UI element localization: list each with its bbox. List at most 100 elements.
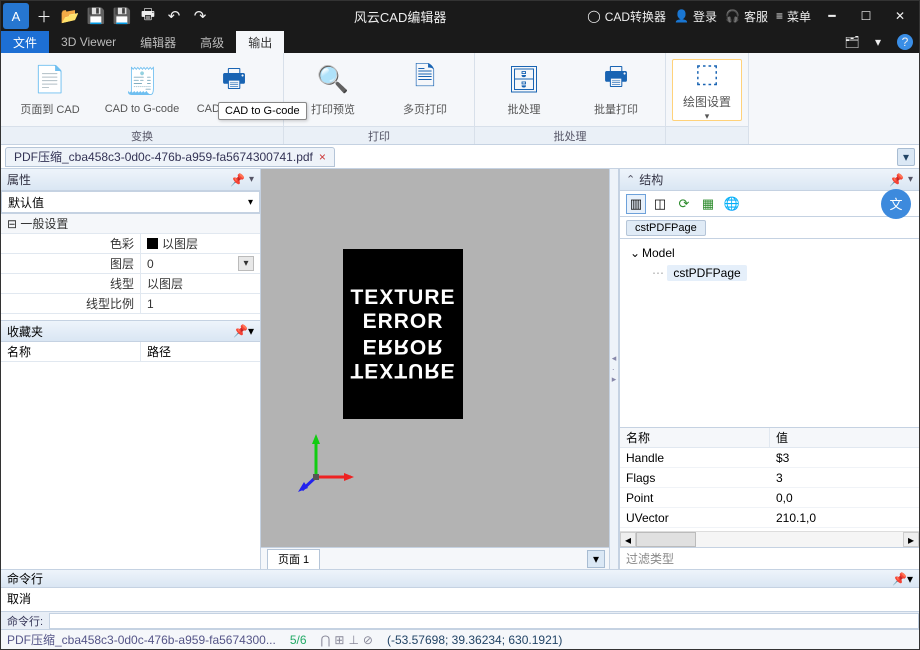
page-tab[interactable]: 页面 1 bbox=[267, 549, 320, 569]
chevron-down-icon[interactable]: ▾ bbox=[249, 174, 254, 185]
tab-editor[interactable]: 编辑器 bbox=[128, 31, 188, 53]
cad-to-gcode-button[interactable]: 🧾 CAD to G-code bbox=[99, 59, 185, 121]
close-button[interactable]: ✕ bbox=[887, 3, 913, 29]
service-link[interactable]: 🎧客服 bbox=[725, 8, 768, 25]
help-icon[interactable]: ? bbox=[897, 34, 913, 50]
draw-settings-button[interactable]: ⬚ 绘图设置▾ bbox=[672, 59, 742, 121]
menu-link[interactable]: ≡菜单 bbox=[776, 8, 811, 25]
texture-error-block: TEXTURE ERROR ERROR TEXTURE bbox=[343, 249, 463, 419]
default-dropdown[interactable]: 默认值▾ bbox=[1, 191, 260, 213]
tab-output[interactable]: 输出 bbox=[236, 31, 284, 53]
grid-icon[interactable]: ⊞ bbox=[334, 633, 344, 647]
chevron-down-icon[interactable]: ▾ bbox=[908, 174, 913, 185]
prop-linetype-value[interactable]: 以图层 bbox=[141, 274, 260, 293]
close-tab-icon[interactable]: × bbox=[319, 150, 326, 164]
structure-panel-header: ⌃ 结构 📌 ▾ bbox=[620, 169, 919, 191]
new-icon[interactable]: ＋ bbox=[31, 3, 57, 29]
print-icon[interactable]: 🖶 bbox=[135, 3, 161, 29]
breadcrumb-bar: cstPDFPage bbox=[620, 217, 919, 239]
window-list-icon[interactable]: 🗂 bbox=[839, 31, 865, 53]
commandline-input-row: 命令行: bbox=[1, 611, 919, 629]
drawing-canvas[interactable]: TEXTURE ERROR ERROR TEXTURE bbox=[261, 169, 609, 547]
chevron-down-icon[interactable]: ▾ bbox=[248, 324, 254, 338]
axis-gizmo-icon bbox=[296, 432, 356, 492]
structure-tree[interactable]: ⌄Model ⋯ cstPDFPage bbox=[620, 239, 919, 427]
ortho-icon[interactable]: ⊥ bbox=[348, 633, 358, 647]
saveas-icon[interactable]: 💾 bbox=[109, 3, 135, 29]
multi-print-button[interactable]: 🗎 多页打印 bbox=[382, 59, 468, 121]
pin-icon[interactable]: 📌 bbox=[233, 324, 248, 338]
chevron-down-icon[interactable]: ▾ bbox=[907, 572, 913, 586]
page-dropdown-icon[interactable]: ▾ bbox=[587, 550, 605, 568]
tab-file[interactable]: 文件 bbox=[1, 31, 49, 53]
properties-panel-header: 属性 📌 ▾ bbox=[1, 169, 260, 191]
batch-button[interactable]: 🗄 批处理 bbox=[481, 59, 567, 121]
user-icon: 👤 bbox=[674, 9, 689, 23]
group-print-label: 打印 bbox=[284, 126, 474, 144]
status-pages: 5/6 bbox=[290, 633, 307, 647]
prop-color-label: 色彩 bbox=[1, 234, 141, 253]
group-empty-label bbox=[666, 126, 748, 144]
tab-3dviewer[interactable]: 3D Viewer bbox=[49, 31, 128, 53]
nav-splitter[interactable]: ◂·▸ bbox=[609, 169, 619, 569]
save-icon[interactable]: 💾 bbox=[83, 3, 109, 29]
tab-advanced[interactable]: 高级 bbox=[188, 31, 236, 53]
batch-print-button[interactable]: 🖶 批量打印 bbox=[573, 59, 659, 121]
layers-icon[interactable]: ▦ bbox=[698, 194, 718, 214]
pin-icon[interactable]: 📌 bbox=[889, 173, 904, 187]
snap-icon[interactable]: ⋂ bbox=[321, 633, 331, 647]
maximize-button[interactable]: ☐ bbox=[853, 3, 879, 29]
undo-icon[interactable]: ↶ bbox=[161, 3, 187, 29]
polar-icon[interactable]: ⊘ bbox=[363, 633, 373, 647]
app-title: 风云CAD编辑器 bbox=[213, 7, 587, 26]
col-name: 名称 bbox=[620, 428, 770, 447]
docs-dropdown-icon[interactable]: ▾ bbox=[897, 148, 915, 166]
translate-icon[interactable]: 文 bbox=[881, 189, 911, 219]
commandline-panel: 命令行 📌 ▾ 取消 命令行: bbox=[1, 569, 919, 629]
ribbon: 📄 页面到 CAD 🧾 CAD to G-code 🖶 CAD to G-cod… bbox=[1, 53, 919, 145]
redo-icon[interactable]: ↷ bbox=[187, 3, 213, 29]
panel-mode2-icon[interactable]: ◫ bbox=[650, 194, 670, 214]
cad-to-gcode-icon: 🧾 bbox=[125, 65, 159, 99]
commandline-input[interactable] bbox=[49, 613, 919, 629]
prop-layer-label: 图层 bbox=[1, 254, 141, 273]
right-panel: ⌃ 结构 📌 ▾ ▥ ◫ ⟳ ▦ 🌐 文 cstPDFPage ⌄Model ⋯… bbox=[619, 169, 919, 569]
status-mode-icons[interactable]: ⋂⊞ ⊥ ⊘ bbox=[321, 633, 373, 647]
page-to-cad-button[interactable]: 📄 页面到 CAD bbox=[7, 59, 93, 121]
pin-icon[interactable]: 📌 bbox=[230, 173, 245, 187]
main-area: 属性 📌 ▾ 默认值▾ ⊟ 一般设置 色彩以图层 图层0▾ 线型以图层 线型比例… bbox=[1, 169, 919, 569]
cad-converter-link[interactable]: ◯CAD转换器 bbox=[587, 8, 666, 25]
refresh-icon[interactable]: ⟳ bbox=[674, 194, 694, 214]
filter-input[interactable]: 过滤类型 bbox=[620, 547, 919, 569]
page-bar: 页面 1 ▾ bbox=[261, 547, 609, 569]
collapse-icon[interactable]: ⊟ bbox=[7, 217, 17, 231]
group-batch-label: 批处理 bbox=[475, 126, 665, 144]
dropdown-icon[interactable]: ▾ bbox=[865, 31, 891, 53]
tooltip: CAD to G-code bbox=[218, 102, 307, 120]
globe-icon[interactable]: 🌐 bbox=[722, 194, 742, 214]
pin-icon[interactable]: 📌 bbox=[892, 572, 907, 586]
open-icon[interactable]: 📂 bbox=[57, 3, 83, 29]
statusbar: PDF压缩_cba458c3-0d0c-476b-a959-fa5674300.… bbox=[1, 629, 919, 649]
prop-color-value[interactable]: 以图层 bbox=[141, 234, 260, 253]
prop-scale-value[interactable]: 1 bbox=[141, 294, 260, 313]
expand-icon[interactable]: ⌃ bbox=[626, 173, 635, 186]
login-link[interactable]: 👤登录 bbox=[674, 8, 717, 25]
headset-icon: 🎧 bbox=[725, 9, 740, 23]
breadcrumb[interactable]: cstPDFPage bbox=[626, 220, 706, 236]
batch-print-icon: 🖶 bbox=[599, 63, 633, 97]
magnify-icon: 🔍 bbox=[316, 63, 350, 97]
minimize-button[interactable]: ━ bbox=[819, 3, 845, 29]
titlebar: A ＋ 📂 💾 💾 🖶 ↶ ↷ 风云CAD编辑器 ◯CAD转换器 👤登录 🎧客服… bbox=[1, 1, 919, 31]
commandline-header: 命令行 📌 ▾ bbox=[1, 570, 919, 588]
multipage-icon: 🗎 bbox=[408, 63, 442, 97]
structure-properties: 名称 值 Handle$3 Flags3 Point0,0 UVector210… bbox=[620, 427, 919, 547]
h-scrollbar[interactable]: ◂▸ bbox=[620, 531, 919, 547]
panel-mode1-icon[interactable]: ▥ bbox=[626, 194, 646, 214]
document-tab[interactable]: PDF压缩_cba458c3-0d0c-476b-a959-fa56743007… bbox=[5, 147, 335, 167]
collapse-icon[interactable]: ⌄ bbox=[628, 246, 642, 260]
document-tab-label: PDF压缩_cba458c3-0d0c-476b-a959-fa56743007… bbox=[14, 148, 313, 165]
prop-layer-select[interactable]: 0▾ bbox=[141, 254, 260, 273]
tree-leaf[interactable]: cstPDFPage bbox=[667, 265, 746, 281]
fav-name-col: 名称 bbox=[1, 342, 141, 361]
